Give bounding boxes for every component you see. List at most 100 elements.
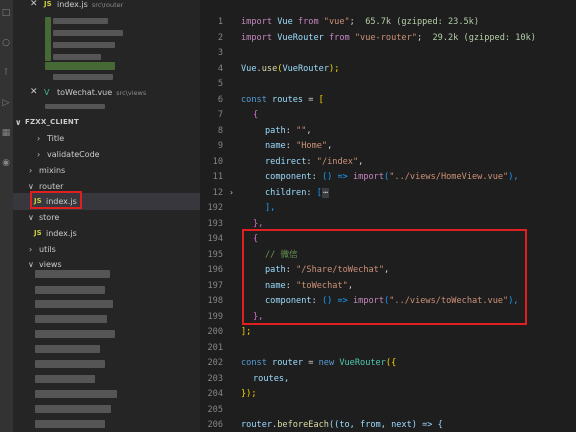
code-line-2: import VueRouter from "vue-router"; 29.2…	[241, 33, 536, 43]
line-number: 194	[207, 234, 223, 244]
line-number: 204	[207, 389, 223, 399]
tree-item-label: Title	[47, 134, 65, 143]
code-line-200: ];	[241, 327, 252, 337]
activity-bar: □ ○ ⊺ ▷ ▦ ◉	[0, 0, 13, 432]
redacted-content	[35, 360, 105, 368]
line-number: 196	[207, 265, 223, 275]
highlight-box	[242, 229, 527, 325]
code-line-1: import Vue from "vue"; 65.7k (gzipped: 2…	[241, 17, 480, 27]
line-number: 7	[217, 110, 223, 120]
redacted-content	[35, 300, 113, 308]
line-number: 12	[212, 188, 223, 198]
code-line-206: router.beforeEach((to, from, next) => {	[241, 420, 443, 430]
redacted-content	[53, 42, 115, 48]
tree-item-label: index.js	[46, 229, 77, 238]
tree-item-store[interactable]: ∨ store	[13, 209, 200, 226]
import-cost-hint: 29.2k (gzipped: 10k)	[422, 33, 536, 43]
redacted-content	[53, 74, 113, 80]
redacted-content	[35, 330, 115, 338]
tree-item-title[interactable]: › Title	[13, 130, 200, 147]
search-icon[interactable]: ○	[1, 38, 11, 48]
line-number: 11	[212, 172, 223, 182]
source-control-icon[interactable]: ⊺	[1, 68, 11, 78]
code-line-7: {	[253, 110, 259, 120]
redacted-content	[35, 405, 111, 413]
code-editor[interactable]: 1 2 3 4 5 6 7 8 9 10 11 12 192 193 194 1…	[200, 0, 576, 432]
code-line-6: const routes = [	[241, 95, 324, 105]
chevron-down-icon: ∨	[15, 118, 22, 127]
vue-file-icon: V	[44, 88, 50, 97]
redacted-content	[45, 17, 51, 61]
tree-item-validatecode[interactable]: › validateCode	[13, 146, 200, 163]
redacted-content	[53, 18, 108, 24]
line-number: 203	[207, 374, 223, 384]
remote-icon[interactable]: ◉	[1, 158, 11, 168]
open-editor-path: src\views	[116, 89, 147, 97]
line-number: 4	[217, 64, 223, 74]
extensions-icon[interactable]: ▦	[1, 128, 11, 138]
tree-item-label: validateCode	[47, 150, 100, 159]
line-number: 202	[207, 358, 223, 368]
redacted-content	[35, 270, 110, 278]
open-editor-path: src\router	[91, 1, 124, 9]
line-number: 9	[217, 141, 223, 151]
line-number: 198	[207, 296, 223, 306]
redacted-content	[35, 315, 107, 323]
import-cost-hint: 65.7k (gzipped: 23.5k)	[354, 17, 480, 27]
line-number: 205	[207, 405, 223, 415]
code-line-4: Vue.use(VueRouter);	[241, 64, 340, 74]
line-number: 1	[217, 17, 223, 27]
line-number: 192	[207, 203, 223, 213]
chevron-right-icon: ›	[37, 150, 41, 159]
chevron-down-icon: ∨	[28, 260, 34, 269]
redacted-content	[35, 286, 105, 294]
line-number: 10	[212, 157, 223, 167]
project-title: FZXX_CLIENT	[25, 118, 79, 126]
line-number: 195	[207, 250, 223, 260]
code-line-204: });	[241, 389, 257, 399]
code-line-192: ],	[265, 203, 276, 213]
explorer-icon[interactable]: □	[1, 8, 11, 18]
redacted-content	[45, 62, 115, 70]
close-icon[interactable]: ✕	[30, 0, 38, 13]
open-editor-index-js[interactable]: ✕ JS index.js src\router	[13, 0, 200, 13]
code-line-12: children: [⋯	[265, 188, 330, 198]
run-debug-icon[interactable]: ▷	[1, 98, 11, 108]
js-file-icon: JS	[34, 229, 42, 237]
folded-region-ellipsis[interactable]: ⋯	[321, 188, 330, 198]
line-number: 5	[217, 79, 223, 89]
explorer-sidebar: ✕ JS index.js src\router ✕ V toWechat.vue…	[13, 0, 200, 432]
chevron-right-icon: ›	[37, 134, 41, 143]
code-line-8: path: "",	[265, 126, 312, 136]
project-section-header[interactable]: ∨ FZXX_CLIENT	[13, 114, 200, 131]
open-editor-label: index.js	[57, 0, 88, 9]
line-number: 201	[207, 343, 223, 353]
code-line-202: const router = new VueRouter({	[241, 358, 397, 368]
code-line-11: component: () => import("../views/HomeVi…	[265, 172, 519, 182]
chevron-right-icon[interactable]: ›	[229, 187, 234, 199]
redacted-content	[35, 375, 95, 383]
code-line-10: redirect: "/index",	[265, 157, 364, 167]
tree-item-store-index-js[interactable]: JS index.js	[13, 225, 200, 242]
tree-item-mixins[interactable]: › mixins	[13, 162, 200, 179]
redacted-content	[35, 420, 105, 428]
line-number: 199	[207, 312, 223, 322]
open-editor-towechat-vue[interactable]: ✕ V toWechat.vue src\views	[13, 84, 200, 101]
line-number: 200	[207, 327, 223, 337]
chevron-down-icon: ∨	[28, 213, 34, 222]
redacted-content	[53, 54, 101, 60]
line-number: 197	[207, 281, 223, 291]
tree-item-label: mixins	[39, 166, 66, 175]
close-icon[interactable]: ✕	[30, 84, 38, 101]
open-editor-label: toWechat.vue	[57, 88, 113, 97]
redacted-content	[35, 345, 100, 353]
redacted-content	[45, 104, 105, 109]
code-line-203: routes,	[253, 374, 290, 384]
line-number: 206	[207, 420, 223, 430]
tree-item-label: store	[39, 213, 60, 222]
line-number: 8	[217, 126, 223, 136]
line-number: 193	[207, 219, 223, 229]
code-line-9: name: "Home",	[265, 141, 333, 151]
redacted-content	[35, 390, 117, 398]
js-file-icon: JS	[44, 0, 52, 8]
